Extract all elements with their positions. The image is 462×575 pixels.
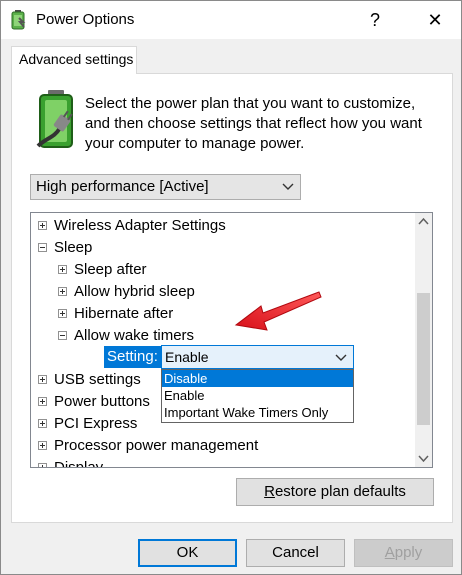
- apply-label: pply: [394, 544, 423, 561]
- setting-value: Enable: [165, 349, 209, 365]
- dropdown-option-enable[interactable]: Enable: [162, 387, 353, 404]
- tree-item-label: Allow hybrid sleep: [74, 283, 195, 300]
- apply-button[interactable]: Apply: [354, 539, 453, 567]
- dropdown-option-disable[interactable]: Disable: [162, 370, 353, 387]
- tree-item-wireless-adapter-settings[interactable]: Wireless Adapter Settings: [38, 215, 226, 237]
- tree-item-sleep[interactable]: Sleep: [38, 237, 92, 259]
- window-title: Power Options: [36, 11, 135, 28]
- close-button[interactable]: ✕: [423, 9, 447, 33]
- power-plan-value: High performance [Active]: [36, 178, 209, 195]
- tree-item-usb-settings[interactable]: USB settings: [38, 369, 141, 391]
- restore-label: estore plan defaults: [274, 483, 406, 500]
- expand-plus-icon[interactable]: [38, 396, 47, 406]
- expand-plus-icon[interactable]: [58, 308, 67, 318]
- tree-item-label: Display: [54, 459, 104, 468]
- chevron-down-icon: [282, 183, 294, 190]
- tree-item-sleep-after[interactable]: Sleep after: [58, 259, 147, 281]
- setting-dropdown-list: Disable Enable Important Wake Timers Onl…: [161, 369, 354, 423]
- chevron-down-icon: [335, 354, 347, 361]
- tree-item-processor-power-management[interactable]: Processor power management: [38, 435, 258, 457]
- cancel-button[interactable]: Cancel: [246, 539, 345, 567]
- expand-plus-icon[interactable]: [38, 418, 47, 428]
- annotation-arrow-icon: [234, 291, 322, 331]
- tree-item-label: Wireless Adapter Settings: [54, 217, 226, 234]
- power-options-icon: [11, 10, 26, 30]
- expand-plus-icon[interactable]: [38, 462, 47, 467]
- apply-mnemonic: A: [384, 544, 395, 561]
- tree-item-power-buttons[interactable]: Power buttons: [38, 391, 150, 413]
- power-options-dialog: Power Options ? ✕ Advanced settings Sele…: [0, 0, 462, 575]
- tree-item-label: Power buttons: [54, 393, 150, 410]
- scroll-up-icon[interactable]: [415, 213, 432, 230]
- description-text: Select the power plan that you want to c…: [85, 94, 445, 154]
- expand-plus-icon[interactable]: [38, 374, 47, 384]
- tree-item-label: Sleep: [54, 239, 93, 256]
- tree-item-pci-express[interactable]: PCI Express: [38, 413, 137, 435]
- tree-item-hibernate-after[interactable]: Hibernate after: [58, 303, 173, 325]
- battery-plug-icon: [36, 90, 73, 148]
- tree-item-label: Processor power management: [54, 437, 259, 454]
- tree-item-label: USB settings: [54, 371, 141, 388]
- expand-plus-icon[interactable]: [38, 440, 47, 450]
- advanced-settings-panel: Select the power plan that you want to c…: [11, 73, 453, 523]
- expand-plus-icon[interactable]: [58, 286, 67, 296]
- tree-item-label: Allow wake timers: [74, 327, 195, 344]
- expand-plus-icon[interactable]: [58, 264, 67, 274]
- tab-advanced-settings[interactable]: Advanced settings: [11, 46, 137, 74]
- tree-item-display[interactable]: Display: [38, 457, 104, 468]
- power-plan-select[interactable]: High performance [Active]: [30, 174, 301, 200]
- tree-scrollbar[interactable]: [415, 213, 432, 467]
- restore-plan-defaults-button[interactable]: Restore plan defaults: [236, 478, 434, 506]
- wake-timers-setting-select[interactable]: Enable: [161, 345, 354, 369]
- help-button[interactable]: ?: [363, 9, 387, 33]
- title-bar: Power Options ? ✕: [1, 1, 461, 39]
- restore-mnemonic: R: [264, 483, 275, 500]
- dropdown-option-important-wake-timers-only[interactable]: Important Wake Timers Only: [162, 404, 353, 421]
- scroll-down-icon[interactable]: [415, 450, 432, 467]
- ok-button[interactable]: OK: [138, 539, 237, 567]
- description-line-1: Select the power plan that you want to c…: [85, 95, 416, 112]
- settings-tree[interactable]: Wireless Adapter Settings Sleep Sleep af…: [30, 212, 433, 468]
- description-line-2: and then choose settings that reflect ho…: [85, 115, 422, 132]
- setting-label: Setting:: [104, 346, 161, 368]
- tree-item-label: PCI Express: [54, 415, 138, 432]
- tree-item-label: Hibernate after: [74, 305, 174, 322]
- tree-item-label: Sleep after: [74, 261, 147, 278]
- description-line-3: your computer to manage power.: [85, 135, 305, 152]
- collapse-minus-icon[interactable]: [58, 330, 67, 340]
- collapse-minus-icon[interactable]: [38, 242, 47, 252]
- expand-plus-icon[interactable]: [38, 220, 47, 230]
- scroll-thumb[interactable]: [417, 293, 430, 425]
- tree-item-allow-hybrid-sleep[interactable]: Allow hybrid sleep: [58, 281, 195, 303]
- tree-item-allow-wake-timers[interactable]: Allow wake timers: [58, 325, 194, 347]
